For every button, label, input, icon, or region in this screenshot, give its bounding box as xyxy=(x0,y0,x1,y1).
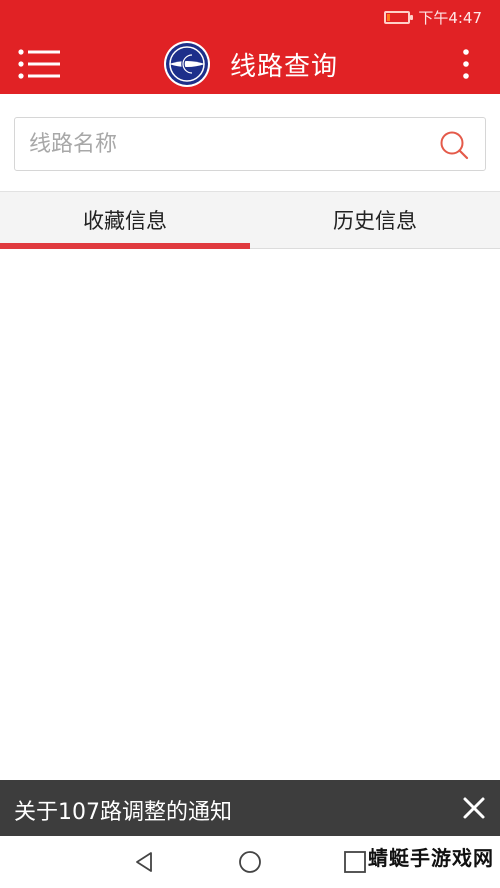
search-input[interactable] xyxy=(15,118,425,170)
tab-favorites[interactable]: 收藏信息 xyxy=(0,192,250,249)
search-box xyxy=(14,117,486,171)
battery-level xyxy=(387,13,391,21)
notice-bar[interactable]: 关于107路调整的通知 xyxy=(0,780,500,836)
status-time: 下午4:47 xyxy=(418,8,482,27)
hamburger-menu-icon[interactable] xyxy=(18,48,62,80)
watermark: 蜻蜓手游戏网 xyxy=(368,846,494,870)
app-bar: 线路查询 xyxy=(0,34,500,94)
back-triangle-icon[interactable] xyxy=(132,850,156,874)
close-icon[interactable] xyxy=(462,796,486,820)
status-indicators: 下午4:47 xyxy=(384,7,482,27)
notice-text[interactable]: 关于107路调整的通知 xyxy=(14,794,232,826)
tab-label: 收藏信息 xyxy=(83,209,167,233)
search-icon[interactable] xyxy=(439,130,469,160)
status-bar: 下午4:47 xyxy=(0,0,500,34)
system-nav-bar: 蜻蜓手游戏网 xyxy=(0,836,500,888)
home-circle-icon[interactable] xyxy=(238,850,262,874)
battery-icon xyxy=(384,10,414,24)
recent-square-icon[interactable] xyxy=(344,851,366,873)
tab-label: 历史信息 xyxy=(333,209,417,233)
more-vertical-icon[interactable] xyxy=(460,48,472,80)
tab-bar: 收藏信息 历史信息 xyxy=(0,191,500,249)
page-title: 线路查询 xyxy=(230,52,339,82)
tab-content xyxy=(0,249,500,780)
tab-history[interactable]: 历史信息 xyxy=(250,192,500,248)
bus-logo-icon xyxy=(164,41,210,87)
